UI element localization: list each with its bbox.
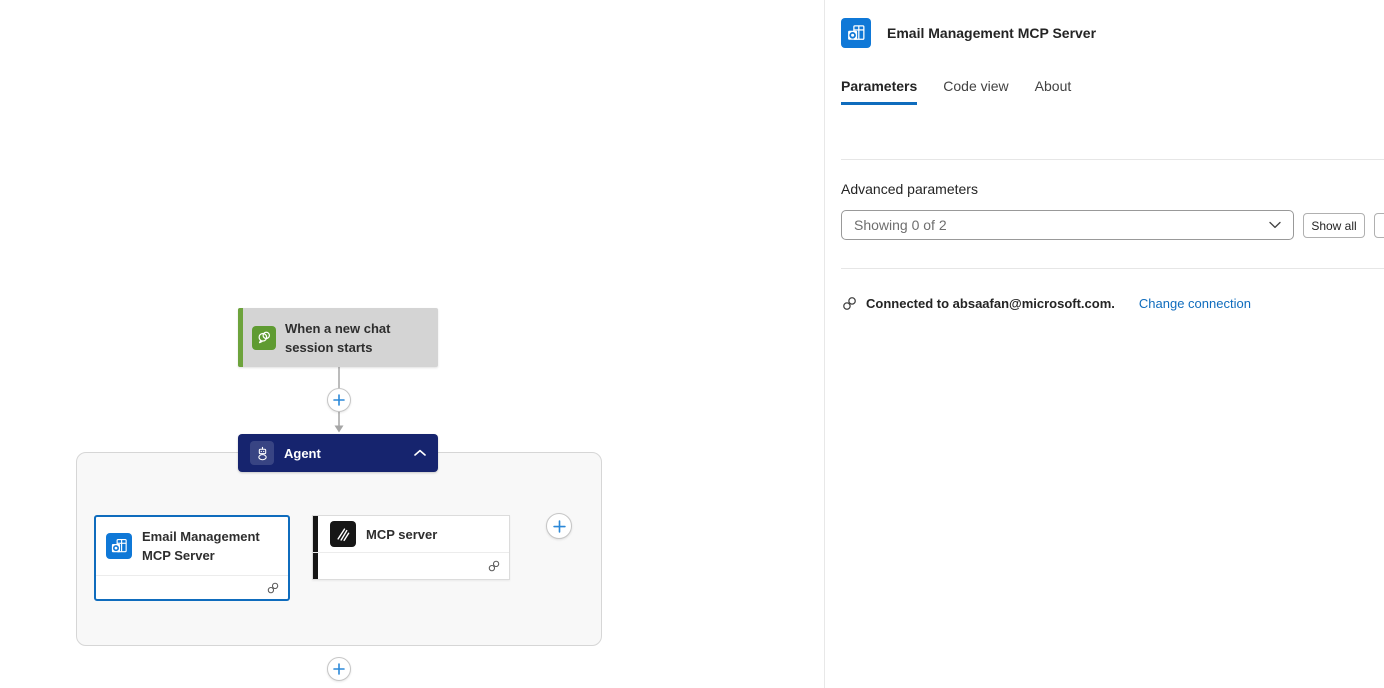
tool-card-mcp-server[interactable]: MCP server: [312, 515, 510, 580]
clipped-button[interactable]: [1374, 213, 1384, 238]
card-footer: [313, 552, 509, 579]
properties-panel: Email Management MCP Server Parameters C…: [824, 0, 1384, 688]
collapse-chevron-up-icon[interactable]: [414, 449, 426, 457]
trigger-accent-bar: [238, 308, 243, 367]
panel-tabs: Parameters Code view About: [841, 78, 1071, 105]
card-footer: [96, 575, 288, 599]
connection-chain-icon: [266, 581, 280, 595]
tab-about[interactable]: About: [1035, 78, 1072, 105]
dropdown-value: Showing 0 of 2: [854, 217, 1269, 233]
connection-row: Connected to absaafan@microsoft.com. Cha…: [841, 295, 1251, 312]
divider: [841, 268, 1384, 269]
mcp-logo-icon: [330, 521, 356, 547]
insert-step-button[interactable]: [327, 388, 351, 412]
tool-label: MCP server: [366, 525, 437, 544]
designer-canvas[interactable]: When a new chat session starts Agent: [0, 0, 824, 688]
connection-chain-icon: [841, 295, 858, 312]
tab-parameters[interactable]: Parameters: [841, 78, 917, 105]
tab-code-view[interactable]: Code view: [943, 78, 1008, 105]
advanced-parameters-dropdown[interactable]: Showing 0 of 2: [841, 210, 1294, 240]
trigger-label: When a new chat session starts: [285, 319, 417, 357]
outlook-icon: [841, 18, 871, 48]
tool-card-email-management-mcp-server[interactable]: Email Management MCP Server: [94, 515, 290, 601]
trigger-node-when-a-new-chat-session-starts[interactable]: When a new chat session starts: [238, 308, 438, 367]
agent-flow-designer: When a new chat session starts Agent: [0, 0, 1384, 688]
panel-header: Email Management MCP Server: [841, 18, 1096, 48]
tool-label: Email Management MCP Server: [142, 527, 274, 565]
connection-chain-icon: [487, 559, 501, 573]
agent-node[interactable]: Agent: [238, 434, 438, 472]
add-tool-button[interactable]: [546, 513, 572, 539]
show-all-button[interactable]: Show all: [1303, 213, 1365, 238]
outlook-icon: [106, 533, 132, 559]
change-connection-link[interactable]: Change connection: [1139, 296, 1251, 311]
add-action-button[interactable]: [327, 657, 351, 681]
advanced-parameters-label: Advanced parameters: [841, 181, 978, 197]
chevron-down-icon: [1269, 221, 1281, 229]
chat-trigger-icon: [252, 326, 276, 350]
panel-title: Email Management MCP Server: [887, 25, 1096, 41]
robot-agent-icon: [250, 441, 274, 465]
agent-label: Agent: [284, 446, 321, 461]
connection-status: Connected to absaafan@microsoft.com.: [866, 296, 1115, 311]
divider: [841, 159, 1384, 160]
